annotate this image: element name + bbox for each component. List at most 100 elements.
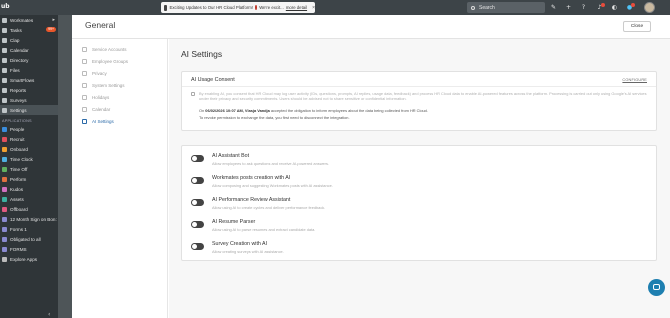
ai-settings-icon xyxy=(82,118,87,124)
subnav-item-privacy[interactable]: Privacy xyxy=(72,67,167,79)
system-settings-icon xyxy=(82,82,87,88)
sidebar-item-tasks[interactable]: Tasks 99+ xyxy=(0,25,58,35)
sidebar-item-label: Workmates xyxy=(10,17,34,23)
app-logo[interactable]: ub xyxy=(1,3,10,10)
sidebar-app-label: People xyxy=(10,126,25,132)
sidebar-gutter xyxy=(58,15,72,318)
tasks-count-badge: 99+ xyxy=(46,27,56,32)
sidebar-item-reports[interactable]: Reports xyxy=(0,85,58,95)
feature-name: AI Performance Review Assistant xyxy=(212,197,291,203)
announcement-icon xyxy=(164,4,167,11)
calendar-icon xyxy=(2,47,7,53)
subnav-label: System Settings xyxy=(92,82,125,88)
sidebar-item-files[interactable]: Files xyxy=(0,65,58,75)
sidebar-app-forms[interactable]: FORMS xyxy=(0,244,58,254)
close-button[interactable]: Close xyxy=(623,21,651,32)
sidebar-app-perform[interactable]: Perform xyxy=(0,174,58,184)
privacy-icon xyxy=(82,70,87,76)
help-icon[interactable]: ? xyxy=(579,3,588,12)
service-accounts-icon xyxy=(82,46,87,52)
pen-icon[interactable]: ✎ xyxy=(549,3,558,12)
chevron-right-icon: ▸ xyxy=(52,17,55,23)
sidebar-app-label: Forms 1 xyxy=(10,226,27,232)
sidebar-item-label: SmartFlows xyxy=(10,77,35,83)
tasks-icon xyxy=(2,27,7,33)
sidebar-app-recruit[interactable]: Recruit xyxy=(0,134,58,144)
toggle-knob xyxy=(192,156,197,161)
toggle-knob xyxy=(192,222,197,227)
sidebar-app-kudos[interactable]: Kudos xyxy=(0,184,58,194)
subnav-item-system-settings[interactable]: System Settings xyxy=(72,79,167,91)
sidebar-item-surveys[interactable]: Surveys xyxy=(0,95,58,105)
subnav-item-employee-groups[interactable]: Employee Groups xyxy=(72,55,167,67)
sidebar-item-clap[interactable]: Clap xyxy=(0,35,58,45)
subnav-label: Service Accounts xyxy=(92,46,127,52)
sidebar-item-calendar[interactable]: Calendar xyxy=(0,45,58,55)
configure-link[interactable]: CONFIGURE xyxy=(622,78,647,82)
feature-toggle[interactable] xyxy=(191,155,204,162)
feature-toggle[interactable] xyxy=(191,177,204,184)
subnav-item-ai-settings[interactable]: AI Settings xyxy=(72,115,167,127)
sidebar-item-label: Settings xyxy=(10,107,27,113)
sidebar-app-people[interactable]: People xyxy=(0,124,58,134)
color-dot xyxy=(631,3,635,7)
sidebar-item-smartflows[interactable]: SmartFlows xyxy=(0,75,58,85)
sidebar-item-workmates[interactable]: Workmates ▸ xyxy=(0,15,58,25)
subnav-item-holidays[interactable]: Holidays xyxy=(72,91,167,103)
subnav-label: AI Settings xyxy=(92,118,114,124)
onboard-icon xyxy=(2,146,7,152)
sidebar-app-12-month-sign-on-bon[interactable]: 12 Month Sign on Bon: xyxy=(0,214,58,224)
search-input[interactable]: Search xyxy=(467,2,545,13)
feature-toggle[interactable] xyxy=(191,243,204,250)
people-icon xyxy=(2,17,7,23)
avatar[interactable] xyxy=(644,2,655,13)
banner-close-icon[interactable]: × xyxy=(312,5,315,11)
divider xyxy=(182,86,656,87)
sidebar-app-onboard[interactable]: Onboard xyxy=(0,144,58,154)
sidebar-app-offboard[interactable]: Offboard xyxy=(0,204,58,214)
main-panel: General Close Service Accounts Employee G… xyxy=(72,15,670,318)
feature-name: AI Resume Parser xyxy=(212,219,256,225)
feature-row-ai-performance-review-assistant: AI Performance Review Assistant Allow usi… xyxy=(191,197,631,217)
clock-icon xyxy=(2,156,7,162)
sidebar-app-time-clock[interactable]: Time Clock xyxy=(0,154,58,164)
feature-name: Workmates posts creation with AI xyxy=(212,175,291,181)
subnav-label: Employee Groups xyxy=(92,58,129,64)
banner-more-link[interactable]: more detail xyxy=(286,5,307,10)
consent-checkbox[interactable] xyxy=(191,92,195,96)
sidebar-app-obligated-to-all[interactable]: Obligated to all xyxy=(0,234,58,244)
settings-subnav: Service Accounts Employee Groups Privacy Sy… xyxy=(72,39,168,318)
feature-row-ai-assistant-bot: AI Assistant Bot Allow employees to ask q… xyxy=(191,153,631,173)
feature-description: Allow composing and suggesting Workmates… xyxy=(212,183,333,188)
sidebar-app-label: Offboard xyxy=(10,206,28,212)
sidebar-app-time-off[interactable]: Time Off xyxy=(0,164,58,174)
perform-icon xyxy=(2,176,7,182)
page-title: General xyxy=(85,20,116,30)
sidebar-app-explore-apps[interactable]: Explore Apps xyxy=(0,254,58,264)
top-bar: ub Exciting Updates to Our HR Cloud Plat… xyxy=(0,0,670,15)
subnav-item-service-accounts[interactable]: Service Accounts xyxy=(72,43,167,55)
section-heading: AI Settings xyxy=(181,49,223,59)
sidebar-app-assets[interactable]: Assets xyxy=(0,194,58,204)
plus-icon[interactable]: + xyxy=(564,3,573,12)
employee-groups-icon xyxy=(82,58,87,64)
sidebar-item-directory[interactable]: Directory xyxy=(0,55,58,65)
form-icon xyxy=(2,236,7,242)
sidebar-app-label: 12 Month Sign on Bon: xyxy=(10,216,57,222)
sidebar-app-forms-1[interactable]: Forms 1 xyxy=(0,224,58,234)
offboard-icon xyxy=(2,206,7,212)
sidebar-item-label: Tasks xyxy=(10,27,22,33)
feature-toggle[interactable] xyxy=(191,221,204,228)
moon-icon[interactable]: ◐ xyxy=(610,3,619,12)
feature-toggle[interactable] xyxy=(191,199,204,206)
ai-features-card: AI Assistant Bot Allow employees to ask q… xyxy=(181,145,657,261)
sidebar-app-label: Kudos xyxy=(10,186,24,192)
sidebar-app-label: Assets xyxy=(10,196,24,202)
chat-button[interactable] xyxy=(648,279,665,296)
subnav-item-calendar[interactable]: Calendar xyxy=(72,103,167,115)
collapse-icon[interactable]: ‹ xyxy=(48,311,50,318)
sidebar-app-label: Time Off xyxy=(10,166,28,172)
feature-description: Allow employees to ask questions and rec… xyxy=(212,161,329,166)
sidebar-item-settings[interactable]: Settings xyxy=(0,105,58,115)
announcement-banner[interactable]: Exciting Updates to Our HR Cloud Platfor… xyxy=(161,2,315,13)
